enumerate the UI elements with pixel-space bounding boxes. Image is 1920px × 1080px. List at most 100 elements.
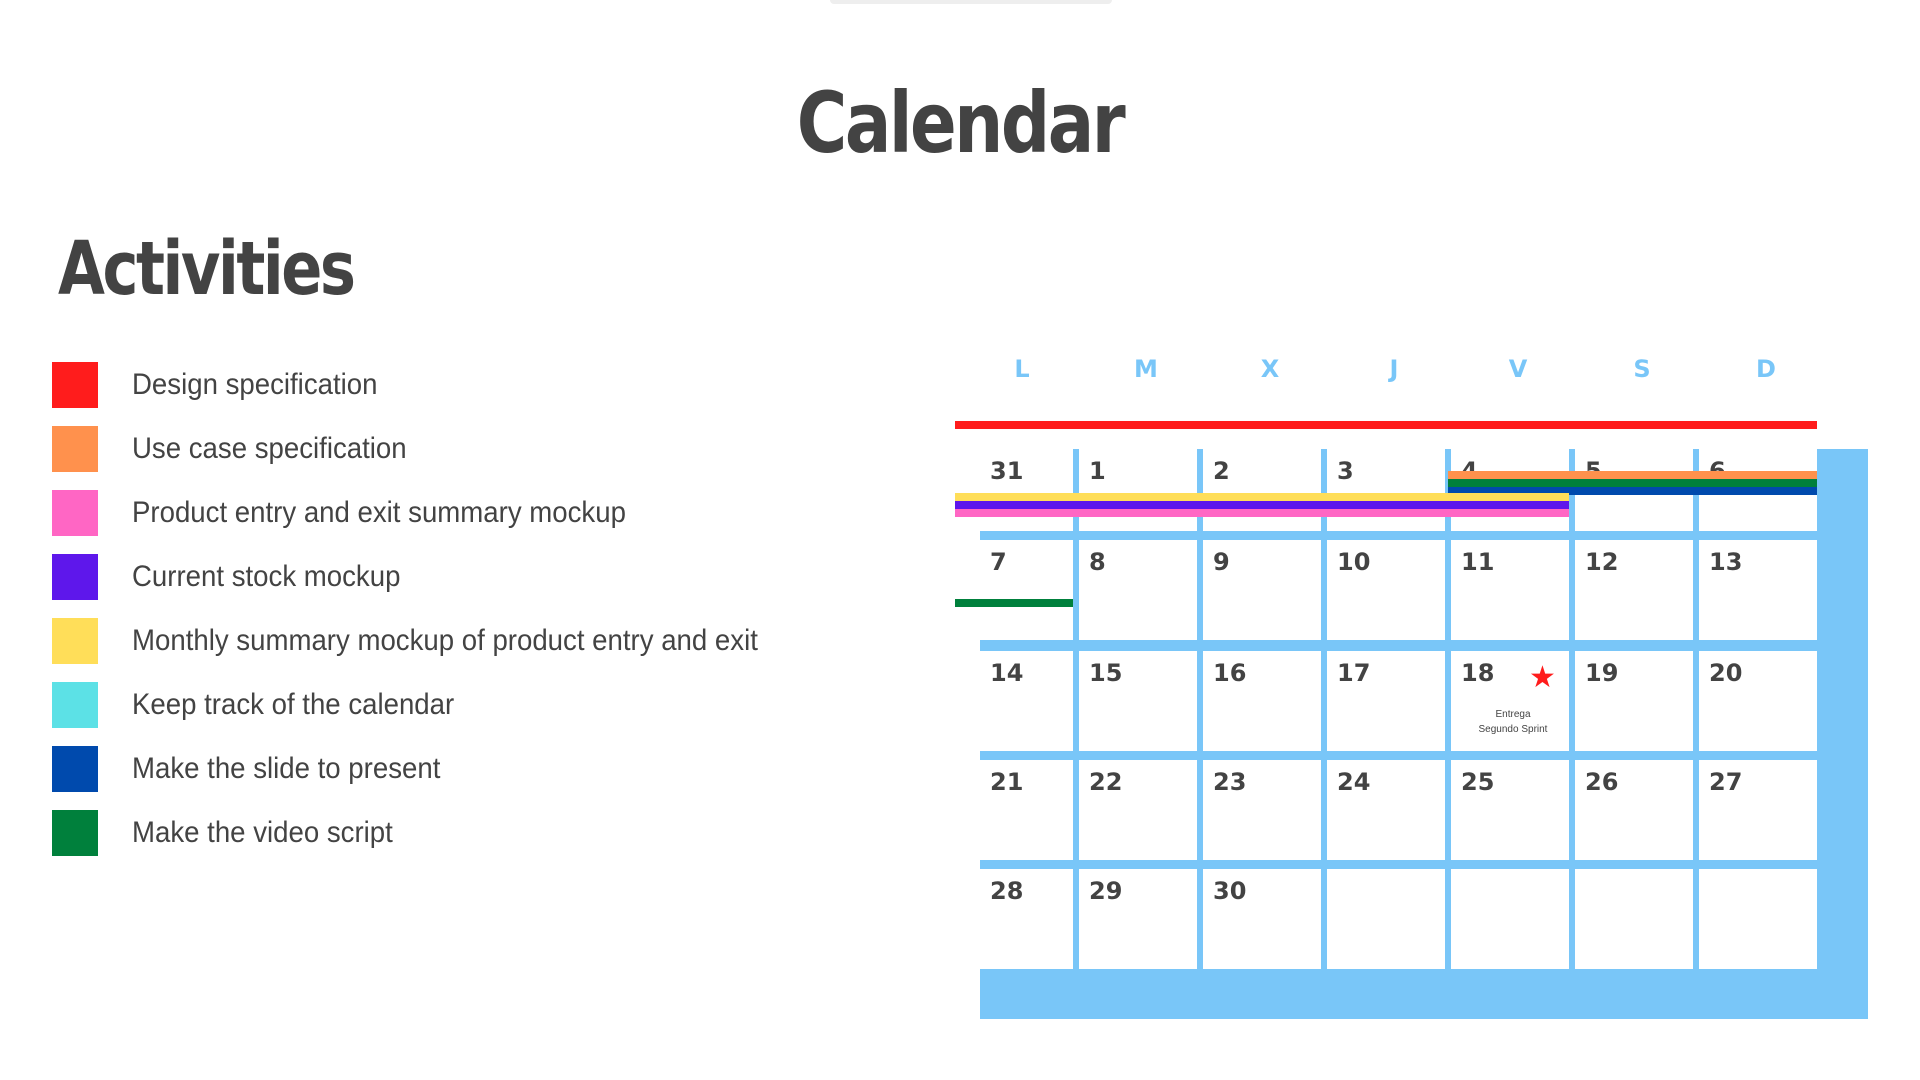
legend-swatch [52,362,98,408]
day-number: 12 [1585,548,1619,576]
calendar-day-13: 13 [1699,540,1817,640]
day-number: 26 [1585,768,1619,796]
day-number: 8 [1089,548,1106,576]
calendar-grid: 3112345678910111213141516171819202122232… [980,449,1868,1019]
day-number: 30 [1213,877,1247,905]
calendar-day-1: 1 [1079,449,1197,531]
day-number: 9 [1213,548,1230,576]
day-number: 17 [1337,659,1371,687]
legend-swatch [52,554,98,600]
day-number: 22 [1089,768,1123,796]
page-title: Calendar [796,74,1126,172]
legend-label: Make the video script [132,816,393,849]
day-number: 27 [1709,768,1743,796]
day-number: 28 [990,877,1024,905]
calendar-day-empty [1699,869,1817,969]
legend-label: Design specification [132,368,378,401]
calendar-day-20: 20 [1699,651,1817,751]
legend-label: Current stock mockup [132,560,401,593]
star-icon: ★ [1529,661,1556,694]
day-number: 7 [990,548,1007,576]
calendar-day-27: 27 [1699,760,1817,860]
legend-item-monthly-summary-mockup-of-product-entry-and-exit: Monthly summary mockup of product entry … [52,616,812,666]
day-number: 24 [1337,768,1371,796]
calendar-day-29: 29 [1079,869,1197,969]
activity-bar-current-stock-mockup [955,501,1569,509]
day-number: 2 [1213,457,1230,485]
legend-swatch [52,810,98,856]
activity-bar-monthly-summary-mockup-of-product-entry-and-exit [955,493,1569,501]
day-number: 31 [990,457,1024,485]
activities-heading: Activities [58,226,356,312]
activity-bar-make-the-video-script [955,599,1073,607]
calendar-day-17: 17 [1327,651,1445,751]
calendar-day-7: 7 [980,540,1073,640]
activity-bar-use-case-specification [1448,471,1817,479]
day-number: 20 [1709,659,1743,687]
calendar-day-empty [1451,869,1569,969]
legend-item-use-case-specification: Use case specification [52,424,812,474]
calendar-day-3: 3 [1327,449,1445,531]
day-number: 16 [1213,659,1247,687]
calendar-day-11: 11 [1451,540,1569,640]
event-note-line-1: Entrega [1495,709,1531,720]
calendar-day-22: 22 [1079,760,1197,860]
calendar-day-28: 28 [980,869,1073,969]
legend-swatch [52,618,98,664]
day-number: 25 [1461,768,1495,796]
activity-bar-design-specification [955,421,1817,429]
day-number: 14 [990,659,1024,687]
day-number: 10 [1337,548,1371,576]
legend-swatch [52,746,98,792]
top-tab-indicator [830,0,1112,4]
legend-swatch [52,426,98,472]
calendar-day-23: 23 [1203,760,1321,860]
legend-item-current-stock-mockup: Current stock mockup [52,552,812,602]
day-header-m: M [1134,355,1158,383]
day-number: 29 [1089,877,1123,905]
day-number: 11 [1461,548,1495,576]
event-note-line-2: Segundo Sprint [1478,724,1548,735]
calendar-day-10: 10 [1327,540,1445,640]
calendar-day-21: 21 [980,760,1073,860]
calendar-day-19: 19 [1575,651,1693,751]
legend-item-product-entry-and-exit-summary-mockup: Product entry and exit summary mockup [52,488,812,538]
day-header-j: J [1389,355,1399,383]
calendar-day-15: 15 [1079,651,1197,751]
calendar-day-26: 26 [1575,760,1693,860]
calendar-day-14: 14 [980,651,1073,751]
calendar-day-12: 12 [1575,540,1693,640]
day-number: 13 [1709,548,1743,576]
calendar-day-9: 9 [1203,540,1321,640]
day-number: 15 [1089,659,1123,687]
day-number: 3 [1337,457,1354,485]
legend-label: Product entry and exit summary mockup [132,496,626,529]
legend-label: Monthly summary mockup of product entry … [132,624,758,657]
legend-item-make-the-slide-to-present: Make the slide to present [52,744,812,794]
day-header-s: S [1633,355,1651,383]
day-number: 18 [1461,659,1495,687]
calendar-day-empty [1575,869,1693,969]
calendar-day-16: 16 [1203,651,1321,751]
day-header-v: V [1508,355,1528,383]
calendar-day-31: 31 [980,449,1073,531]
day-header-d: D [1756,355,1776,383]
calendar-day-25: 25 [1451,760,1569,860]
legend-item-design-specification: Design specification [52,360,812,410]
calendar-day-empty [1327,869,1445,969]
day-number: 19 [1585,659,1619,687]
legend-item-keep-track-of-the-calendar: Keep track of the calendar [52,680,812,730]
legend-item-make-the-video-script: Make the video script [52,808,812,858]
legend-label: Keep track of the calendar [132,688,455,721]
activity-bar-make-the-video-script [1448,479,1817,487]
day-number: 21 [990,768,1024,796]
legend-label: Make the slide to present [132,752,441,785]
legend-swatch [52,490,98,536]
calendar: LMXJVSD 31123456789101112131415161718192… [955,355,1875,1025]
calendar-day-8: 8 [1079,540,1197,640]
day-number: 1 [1089,457,1106,485]
legend-label: Use case specification [132,432,407,465]
calendar-day-2: 2 [1203,449,1321,531]
calendar-day-24: 24 [1327,760,1445,860]
day-number: 23 [1213,768,1247,796]
